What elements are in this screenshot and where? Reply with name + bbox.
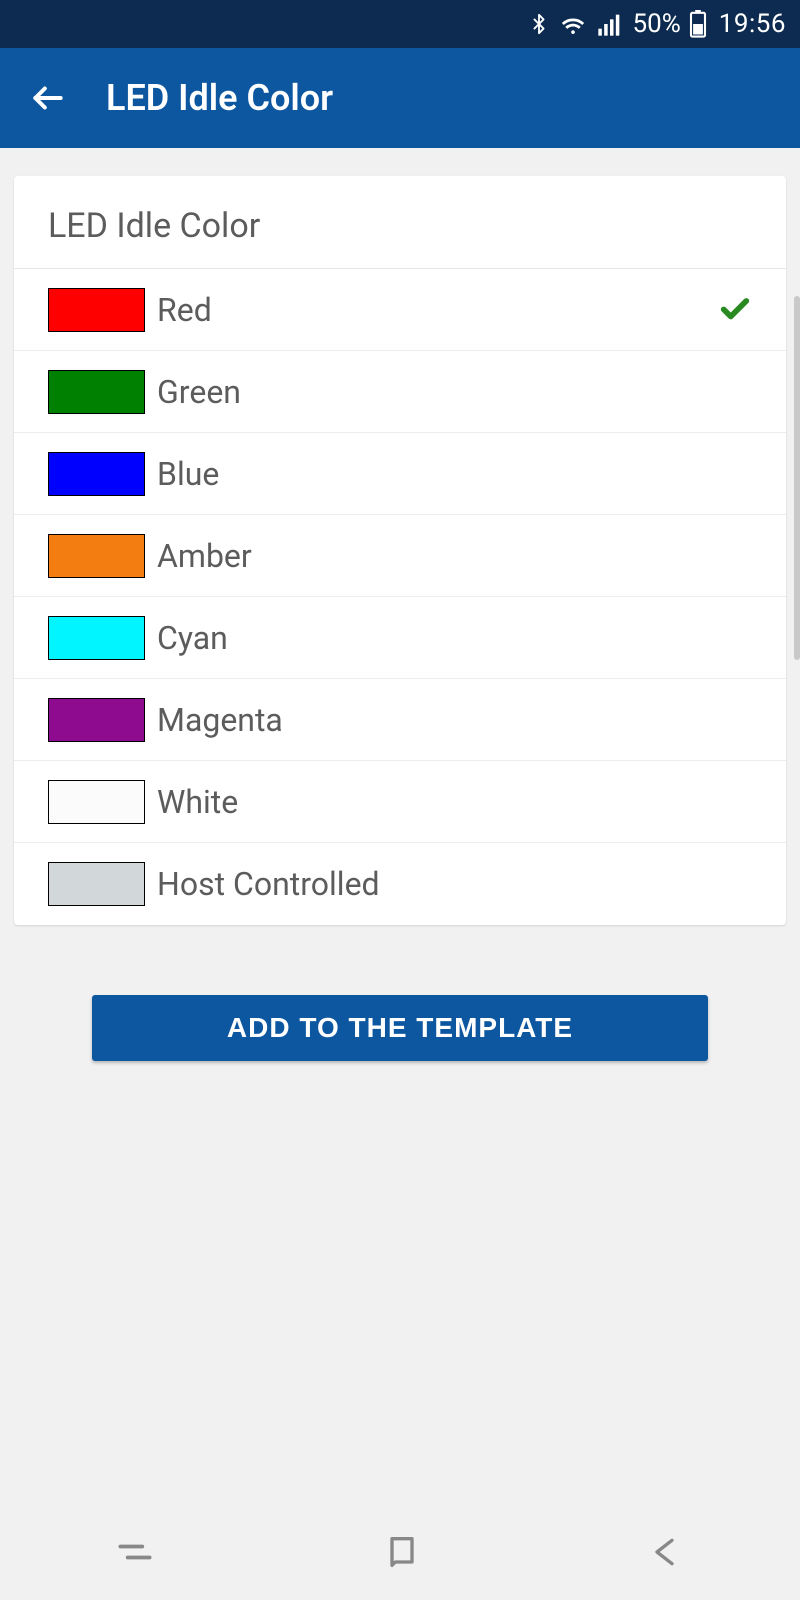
color-swatch [48, 288, 145, 332]
color-swatch [48, 698, 145, 742]
battery-icon [689, 10, 707, 38]
color-option-label: Amber [157, 537, 752, 575]
color-swatch [48, 862, 145, 906]
options-card: LED Idle Color Red Green Blue Amber Cyan Mage… [14, 176, 786, 925]
color-swatch [48, 534, 145, 578]
bluetooth-icon [528, 9, 550, 39]
color-option-label: Magenta [157, 701, 752, 739]
color-option-row[interactable]: Host Controlled [14, 843, 786, 925]
color-swatch [48, 780, 145, 824]
color-option-row[interactable]: White [14, 761, 786, 843]
back-nav-button[interactable] [647, 1532, 687, 1572]
back-button[interactable] [18, 79, 78, 117]
color-option-label: Blue [157, 455, 752, 493]
add-to-template-button[interactable]: ADD TO THE TEMPLATE [92, 995, 708, 1061]
color-option-label: Green [157, 373, 752, 411]
status-time: 19:56 [719, 9, 786, 39]
home-button[interactable] [382, 1532, 422, 1572]
color-option-row[interactable]: Amber [14, 515, 786, 597]
scroll-indicator [794, 296, 800, 660]
signal-icon [596, 10, 624, 38]
navigation-bar [0, 1504, 800, 1600]
status-bar: 50% 19:56 [0, 0, 800, 48]
recent-apps-button[interactable] [113, 1530, 157, 1574]
color-option-row[interactable]: Green [14, 351, 786, 433]
color-option-label: White [157, 783, 752, 821]
color-option-label: Cyan [157, 619, 752, 657]
color-swatch [48, 370, 145, 414]
app-bar: LED Idle Color [0, 48, 800, 148]
color-option-row[interactable]: Cyan [14, 597, 786, 679]
check-icon [718, 291, 752, 329]
color-swatch [48, 452, 145, 496]
wifi-icon [558, 9, 588, 39]
color-option-row[interactable]: Blue [14, 433, 786, 515]
card-title: LED Idle Color [14, 176, 786, 269]
color-option-label: Host Controlled [157, 865, 752, 903]
battery-percent: 50% [632, 9, 680, 39]
color-option-label: Red [157, 291, 718, 329]
color-option-row[interactable]: Red [14, 269, 786, 351]
page-title: LED Idle Color [106, 77, 333, 119]
color-swatch [48, 616, 145, 660]
color-option-row[interactable]: Magenta [14, 679, 786, 761]
